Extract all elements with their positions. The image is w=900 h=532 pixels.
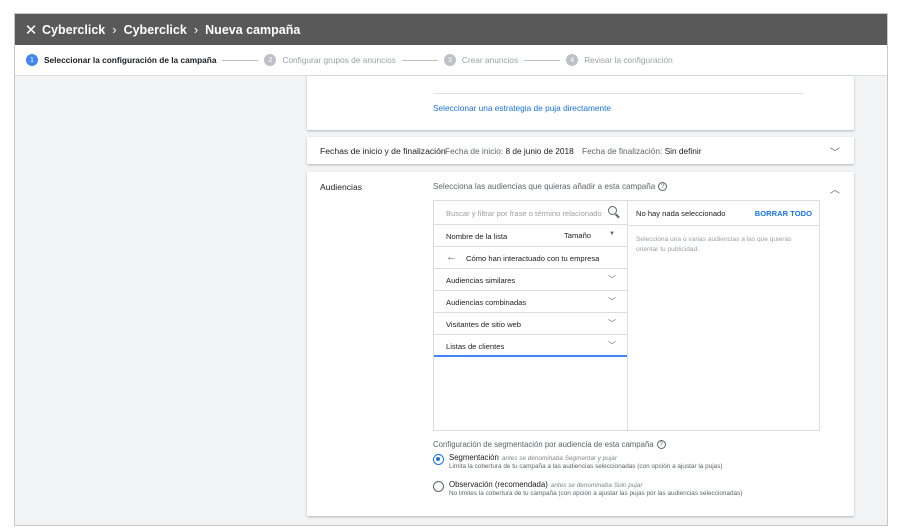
option-description: Limita la cobertura de tu campaña a las … — [449, 463, 723, 470]
step-connector — [401, 59, 438, 61]
help-icon[interactable]: ? — [656, 440, 666, 449]
targeting-radio-option[interactable]: Segmentación antes se denominaba Segmenta… — [433, 453, 773, 475]
step-4[interactable]: 4 Revisar la configuración — [566, 54, 673, 66]
top-bar: ✕ Cyberclick › Cyberclick › Nueva campañ… — [15, 14, 887, 45]
step-number: 2 — [264, 54, 277, 66]
step-connector — [524, 59, 561, 61]
list-header: Nombre de la lista Tamaño ▼ — [434, 225, 627, 247]
audience-browser: Buscar y filtrar por frase o término rel… — [434, 201, 628, 430]
option-description: No limites la cobertura de tu campaña (c… — [449, 490, 743, 497]
start-date-value: 8 de junio de 2018 — [505, 145, 574, 156]
step-number: 1 — [26, 54, 38, 66]
list-item-label: Listas de clientes — [446, 342, 505, 351]
chevron-up-icon[interactable]: ︿ — [830, 181, 840, 196]
audience-search-input[interactable]: Buscar y filtrar por frase o término rel… — [434, 201, 627, 225]
audience-picker: Buscar y filtrar por frase o término rel… — [433, 200, 820, 431]
step-connector — [222, 59, 259, 61]
campaign-editor-window: ✕ Cyberclick › Cyberclick › Nueva campañ… — [14, 13, 888, 526]
list-item-label: Audiencias similares — [446, 276, 516, 285]
audience-category-similar[interactable]: Audiencias similares ﹀ — [434, 269, 627, 291]
targeting-setting-title: Configuración de segmentación por audien… — [433, 440, 666, 449]
column-size[interactable]: Tamaño — [564, 231, 591, 240]
option-note: antes se denominaba Segmentar y pujar — [501, 455, 617, 462]
radio-button-checked[interactable] — [433, 454, 444, 465]
audiences-card: Audiencias Selecciona las audiencias que… — [307, 172, 854, 516]
start-date: Fecha de inicio: 8 de junio de 2018 — [445, 146, 574, 156]
chevron-right-icon: › — [193, 22, 199, 37]
step-number: 3 — [443, 54, 456, 66]
observation-radio-option[interactable]: Observación (recomendada) antes se denomi… — [433, 480, 773, 502]
column-list-name: Nombre de la lista — [446, 232, 508, 241]
divider — [433, 93, 803, 94]
audiences-prompt: Selecciona las audiencias que quieras añ… — [433, 182, 668, 191]
step-label: Revisar la configuración — [584, 55, 673, 65]
step-label: Configurar grupos de anuncios — [282, 55, 396, 65]
dates-card[interactable]: Fechas de inicio y de finalización Fecha… — [307, 137, 854, 164]
end-date-label: Fecha de finalización: — [582, 145, 663, 156]
step-number: 4 — [566, 54, 579, 66]
audiences-title: Audiencias — [320, 182, 363, 192]
step-label: Crear anuncios — [461, 55, 519, 65]
back-row[interactable]: ← Cómo han interactuado con tu empresa — [434, 247, 627, 269]
clear-all-button[interactable]: BORRAR TODO — [755, 209, 812, 218]
list-item-label: Audiencias combinadas — [446, 298, 527, 307]
chevron-down-icon[interactable]: ﹀ — [608, 318, 616, 329]
targeting-setting-title-text: Configuración de segmentación por audien… — [433, 440, 654, 449]
dates-title: Fechas de inicio y de finalización — [320, 145, 446, 156]
chevron-down-icon[interactable]: ﹀ — [608, 274, 616, 285]
chevron-down-icon[interactable]: ﹀ — [830, 144, 840, 159]
step-label: Seleccionar la configuración de la campa… — [44, 55, 217, 65]
radio-button-unchecked[interactable] — [433, 481, 444, 492]
chevron-down-icon[interactable]: ﹀ — [608, 340, 616, 351]
search-icon[interactable] — [608, 206, 617, 215]
select-bid-strategy-link[interactable]: Seleccionar una estrategia de puja direc… — [433, 103, 611, 113]
search-placeholder: Buscar y filtrar por frase o término rel… — [446, 209, 602, 218]
breadcrumb-new-campaign: Nueva campaña — [205, 22, 301, 37]
end-date: Fecha de finalización: Sin definir — [582, 146, 701, 156]
wizard-stepper: 1 Seleccionar la configuración de la cam… — [15, 45, 887, 76]
chevron-right-icon: › — [112, 22, 117, 37]
audience-category-combined[interactable]: Audiencias combinadas ﹀ — [434, 291, 627, 313]
end-date-value: Sin definir — [664, 145, 702, 156]
caret-down-icon[interactable]: ▼ — [609, 231, 615, 237]
help-icon[interactable]: ? — [658, 182, 668, 191]
back-row-label: Cómo han interactuado con tu empresa — [466, 254, 600, 263]
step-3[interactable]: 3 Crear anuncios — [443, 54, 519, 66]
arrow-back-icon[interactable]: ← — [446, 251, 457, 263]
divider — [628, 225, 819, 226]
option-label: Observación (recomendada) antes se denomi… — [449, 480, 642, 489]
chevron-down-icon[interactable]: ﹀ — [608, 296, 616, 307]
selection-hint: Selecciona una o varias audiencias a las… — [636, 236, 792, 253]
option-label: Segmentación antes se denominaba Segmenta… — [449, 453, 617, 462]
audience-category-website-visitors[interactable]: Visitantes de sitio web ﹀ — [434, 313, 627, 335]
bidding-card: Seleccionar una estrategia de puja direc… — [307, 76, 854, 130]
breadcrumb-subaccount[interactable]: Cyberclick — [124, 23, 187, 37]
breadcrumb-account[interactable]: Cyberclick — [42, 23, 105, 37]
step-2[interactable]: 2 Configurar grupos de anuncios — [264, 54, 396, 66]
close-icon[interactable]: ✕ — [20, 21, 42, 39]
option-title: Observación (recomendada) — [449, 480, 548, 489]
audience-category-customer-lists[interactable]: Listas de clientes ﹀ — [434, 335, 627, 357]
option-title: Segmentación — [449, 453, 499, 462]
step-1[interactable]: 1 Seleccionar la configuración de la cam… — [26, 54, 216, 66]
none-selected-text: No hay nada seleccionado — [636, 209, 726, 218]
option-note: antes se denominaba Solo pujar — [550, 482, 643, 489]
selected-audiences: No hay nada seleccionado BORRAR TODO Sel… — [628, 201, 819, 430]
audiences-prompt-text: Selecciona las audiencias que quieras añ… — [433, 182, 656, 191]
start-date-label: Fecha de inicio: — [445, 145, 504, 156]
list-item-label: Visitantes de sitio web — [446, 320, 521, 329]
